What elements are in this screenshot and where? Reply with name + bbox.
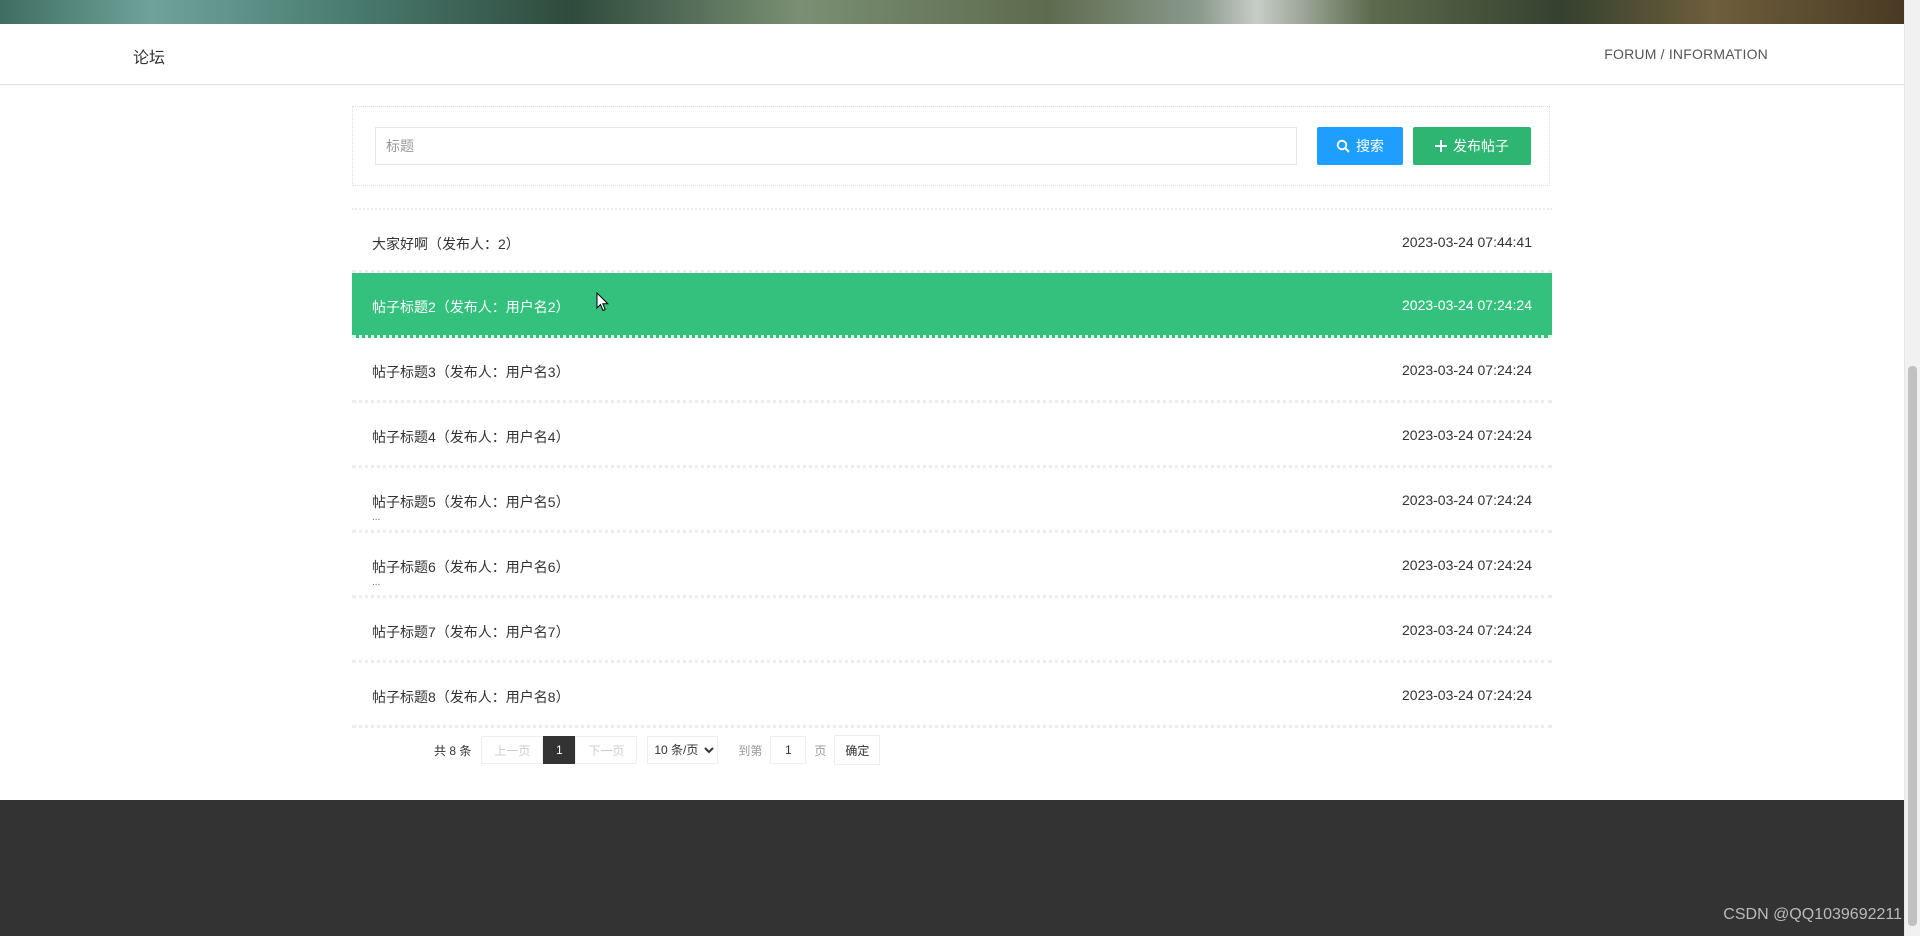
list-item[interactable]: 帖子标题5（发布人：用户名5） 2023-03-24 07:24:24 ... (352, 468, 1552, 533)
post-excerpt: ... (372, 512, 381, 523)
list-item[interactable]: 帖子标题6（发布人：用户名6） 2023-03-24 07:24:24 ... (352, 533, 1552, 598)
page-suffix-label: 页 (814, 743, 827, 758)
post-title: 帖子标题3（发布人：用户名3） (372, 364, 570, 380)
page-header: 论坛 FORUM / INFORMATION (0, 24, 1904, 85)
list-item[interactable]: 帖子标题8（发布人：用户名8） 2023-03-24 07:24:24 (352, 663, 1552, 728)
next-page-button[interactable]: 下一页 (575, 736, 638, 764)
add-post-button-label: 发布帖子 (1453, 138, 1509, 154)
post-excerpt: ... (372, 577, 381, 588)
list-item[interactable]: 帖子标题4（发布人：用户名4） 2023-03-24 07:24:24 (352, 403, 1552, 468)
search-icon (1336, 139, 1350, 153)
post-time: 2023-03-24 07:24:24 (1402, 492, 1532, 508)
search-button[interactable]: 搜索 (1317, 127, 1403, 165)
breadcrumb: FORUM / INFORMATION (1604, 46, 1768, 62)
page-1-button[interactable]: 1 (543, 736, 576, 764)
list-item[interactable]: 大家好啊（发布人：2） 2023-03-24 07:44:41 (352, 208, 1552, 273)
post-title: 帖子标题8（发布人：用户名8） (372, 689, 570, 705)
post-list: 大家好啊（发布人：2） 2023-03-24 07:44:41 帖子标题2（发布… (352, 208, 1552, 728)
pagination-total: 共 8 条 (434, 743, 472, 758)
post-time: 2023-03-24 07:24:24 (1402, 362, 1532, 378)
search-button-label: 搜索 (1356, 138, 1384, 154)
post-title: 帖子标题6（发布人：用户名6） (372, 559, 570, 575)
list-item[interactable]: 帖子标题7（发布人：用户名7） 2023-03-24 07:24:24 (352, 598, 1552, 663)
page-title: 论坛 (133, 50, 166, 67)
page-size-select[interactable]: 10 条/页 (647, 736, 719, 764)
banner-image (0, 0, 1904, 24)
plus-icon (1435, 140, 1447, 152)
post-time: 2023-03-24 07:44:41 (1402, 234, 1532, 250)
post-time: 2023-03-24 07:24:24 (1402, 427, 1532, 443)
post-title: 大家好啊（发布人：2） (372, 236, 520, 252)
post-title: 帖子标题7（发布人：用户名7） (372, 624, 570, 640)
goto-page-input[interactable] (770, 736, 807, 764)
goto-confirm-button[interactable]: 确定 (834, 735, 881, 765)
prev-page-button[interactable]: 上一页 (481, 736, 544, 764)
vertical-scrollbar[interactable] (1904, 0, 1920, 936)
post-title: 帖子标题5（发布人：用户名5） (372, 494, 570, 510)
search-bar: 搜索 发布帖子 (352, 106, 1550, 186)
scrollbar-thumb[interactable] (1908, 366, 1917, 926)
pagination: 共 8 条 上一页 1 下一页 10 条/页 到第 页 确定 (434, 735, 881, 765)
post-time: 2023-03-24 07:24:24 (1402, 557, 1532, 573)
post-time: 2023-03-24 07:24:24 (1402, 297, 1532, 313)
add-post-button[interactable]: 发布帖子 (1413, 127, 1531, 165)
list-item[interactable]: 帖子标题2（发布人：用户名2） 2023-03-24 07:24:24 (352, 273, 1552, 338)
page-footer (0, 800, 1904, 936)
list-item[interactable]: 帖子标题3（发布人：用户名3） 2023-03-24 07:24:24 (352, 338, 1552, 403)
search-input[interactable] (375, 127, 1297, 165)
watermark-text: CSDN @QQ1039692211 (1723, 906, 1902, 923)
post-time: 2023-03-24 07:24:24 (1402, 622, 1532, 638)
mouse-cursor-icon (596, 292, 610, 312)
post-title: 帖子标题4（发布人：用户名4） (372, 429, 570, 445)
goto-label: 到第 (738, 743, 763, 758)
post-time: 2023-03-24 07:24:24 (1402, 687, 1532, 703)
post-title: 帖子标题2（发布人：用户名2） (372, 299, 570, 315)
